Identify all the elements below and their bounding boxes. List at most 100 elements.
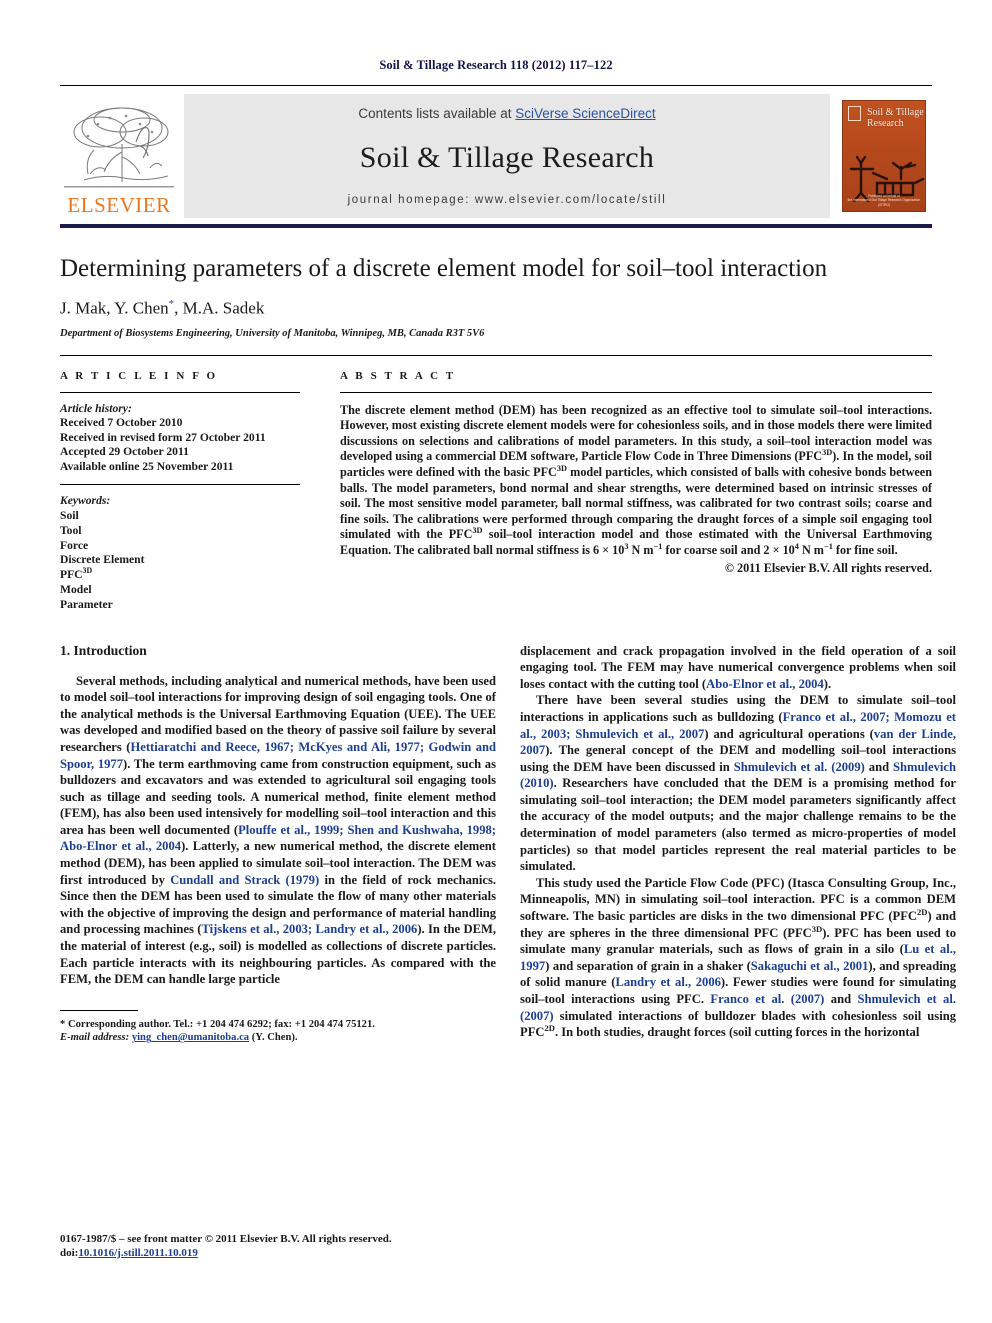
footnote-email: E-mail address: ying_chen@umanitoba.ca (… — [60, 1031, 496, 1045]
journal-cover-image: Soil & Tillage Research Published on beh… — [842, 100, 926, 212]
abstract-sup: 3D — [556, 463, 567, 473]
contents-lists-line: Contents lists available at SciVerse Sci… — [358, 106, 655, 121]
article-history-label: Article history: — [60, 401, 132, 415]
citation-link[interactable]: Tijskens et al., 2003; Landry et al., 20… — [201, 922, 417, 936]
keywords-list: Keywords: Soil Tool Force Discrete Eleme… — [60, 494, 300, 612]
issn-copyright-line: 0167-1987/$ – see front matter © 2011 El… — [60, 1233, 392, 1245]
abstract-text: The discrete element method (DEM) has be… — [340, 403, 932, 559]
title-bottom-rule — [60, 354, 932, 356]
keyword-item: Tool — [60, 523, 82, 537]
keyword-item: Model — [60, 582, 92, 596]
abstract-rule — [340, 391, 932, 393]
article-info-column: A R T I C L E I N F O Article history: R… — [60, 370, 300, 613]
journal-title: Soil & Tillage Research — [359, 140, 655, 174]
body-seg: and — [824, 992, 858, 1006]
cover-footer-line2: the International Soil Tillage Research … — [847, 198, 921, 207]
citation-link[interactable]: Abo-Elnor et al., 2004 — [706, 677, 824, 691]
title-block: Determining parameters of a discrete ele… — [60, 254, 932, 339]
abstract-column: A B S T R A C T The discrete element met… — [340, 370, 932, 576]
authors-tail: , M.A. Sadek — [174, 298, 265, 318]
article-history: Article history: Received 7 October 2010… — [60, 402, 300, 475]
authors-main: J. Mak, Y. Chen — [60, 298, 169, 318]
keyword-item-pfc: PFC3D — [60, 566, 300, 583]
journal-masthead: ELSEVIER Contents lists available at Sci… — [60, 94, 932, 218]
body-column-right: displacement and crack propagation invol… — [520, 643, 956, 1041]
author-list: J. Mak, Y. Chen*, M.A. Sadek — [60, 298, 932, 319]
body-seg: and — [864, 759, 894, 774]
abstract-sup: 3D — [822, 448, 833, 458]
body-sup: 2D — [917, 906, 928, 917]
body-seg: ) and agricultural operations ( — [704, 726, 874, 741]
article-history-item: Received in revised form 27 October 2011 — [60, 430, 266, 444]
journal-cover-thumbnail[interactable]: Soil & Tillage Research Published on beh… — [836, 94, 932, 218]
abstract-seg: N m — [798, 543, 824, 557]
body-sup: 2D — [544, 1023, 555, 1033]
body-seg: ). — [823, 676, 832, 691]
keyword-item: Force — [60, 538, 89, 552]
body-seg: ) and separation of grain in a shaker ( — [545, 958, 751, 973]
abstract-copyright: © 2011 Elsevier B.V. All rights reserved… — [724, 560, 932, 575]
elsevier-tree-icon — [64, 102, 174, 194]
body-seg: . Researchers have concluded that the DE… — [520, 776, 956, 874]
elsevier-wordmark: ELSEVIER — [67, 193, 171, 217]
intro-paragraph-right-2: There have been several studies using th… — [520, 692, 956, 875]
citation-link[interactable]: Cundall and Strack (1979) — [170, 873, 319, 887]
citation-link[interactable]: Franco et al. (2007) — [710, 992, 824, 1006]
abstract-seg: for coarse soil and 2 × 10 — [662, 543, 795, 557]
keywords-rule — [60, 484, 300, 486]
body-seg: This study used the Particle Flow Code (… — [520, 875, 956, 924]
abstract-seg: for fine soil. — [832, 543, 898, 557]
footnote-area: * Corresponding author. Tel.: +1 204 474… — [60, 1009, 496, 1045]
sciencedirect-link[interactable]: SciVerse ScienceDirect — [515, 106, 655, 121]
affiliation: Department of Biosystems Engineering, Un… — [60, 327, 485, 339]
page-footer: 0167-1987/$ – see front matter © 2011 El… — [60, 1232, 496, 1260]
journal-homepage-line[interactable]: journal homepage: www.elsevier.com/locat… — [348, 194, 667, 206]
keyword-item: Discrete Element — [60, 553, 145, 567]
masthead-bottom-rule — [60, 224, 932, 228]
article-history-item: Accepted 29 October 2011 — [60, 445, 189, 459]
running-head: Soil & Tillage Research 118 (2012) 117–1… — [379, 58, 613, 72]
article-info-rule — [60, 391, 300, 393]
page-title: Determining parameters of a discrete ele… — [60, 255, 828, 282]
body-sup: 3D — [811, 923, 823, 934]
citation-link[interactable]: Sakaguchi et al., 2001 — [751, 959, 869, 973]
keyword-pfc-text: PFC — [60, 568, 83, 582]
footnote-corresponding-author: * Corresponding author. Tel.: +1 204 474… — [60, 1018, 375, 1030]
cover-footer-text: Published on behalf of the International… — [843, 194, 925, 207]
cover-title-line2: Research — [867, 118, 904, 129]
intro-paragraph-right-1: displacement and crack propagation invol… — [520, 643, 956, 693]
body-columns: 1. Introduction Several methods, includi… — [60, 643, 956, 1045]
abstract-sup: 3D — [472, 526, 483, 536]
article-history-item: Available online 25 November 2011 — [60, 459, 234, 473]
cover-elsevier-mark-icon — [848, 106, 861, 121]
doi-link[interactable]: 10.1016/j.still.2011.10.019 — [78, 1247, 197, 1259]
doi-label: doi: — [60, 1247, 79, 1259]
email-label: E-mail address: — [60, 1032, 130, 1044]
abstract-seg: N m — [628, 543, 654, 557]
keyword-item: Parameter — [60, 597, 113, 611]
keyword-pfc-superscript: 3D — [82, 566, 93, 576]
keyword-item: Soil — [60, 508, 79, 522]
intro-paragraph-left: Several methods, including analytical an… — [60, 673, 496, 988]
email-link[interactable]: ying_chen@umanitoba.ca — [132, 1032, 249, 1043]
article-info-heading: A R T I C L E I N F O — [60, 369, 218, 382]
citation-link[interactable]: Landry et al., 2006 — [615, 975, 720, 989]
citation-link[interactable]: Shmulevich et al. (2009) — [734, 760, 865, 774]
contents-lists-prefix: Contents lists available at — [358, 106, 516, 121]
article-history-item: Received 7 October 2010 — [60, 416, 183, 430]
abstract-sup: −1 — [823, 541, 833, 551]
doi-line: doi:10.1016/j.still.2011.10.019 — [60, 1246, 496, 1260]
cover-title-line1: Soil & Tillage — [867, 107, 924, 118]
keywords-label: Keywords: — [60, 494, 111, 508]
masthead-center: Contents lists available at SciVerse Sci… — [184, 94, 830, 218]
body-seg: . In both studies, draught forces (soil … — [554, 1025, 920, 1040]
elsevier-logo[interactable]: ELSEVIER — [60, 94, 178, 218]
footnote-rule — [60, 1009, 138, 1011]
cover-title: Soil & Tillage Research — [867, 107, 924, 129]
section-heading-introduction: 1. Introduction — [60, 642, 147, 658]
email-tail: (Y. Chen). — [249, 1032, 298, 1044]
paper-page: Soil & Tillage Research 118 (2012) 117–1… — [0, 0, 992, 1323]
abstract-heading: A B S T R A C T — [340, 369, 456, 382]
body-column-left: 1. Introduction Several methods, includi… — [60, 643, 496, 1045]
info-abstract-row: A R T I C L E I N F O Article history: R… — [60, 370, 932, 613]
